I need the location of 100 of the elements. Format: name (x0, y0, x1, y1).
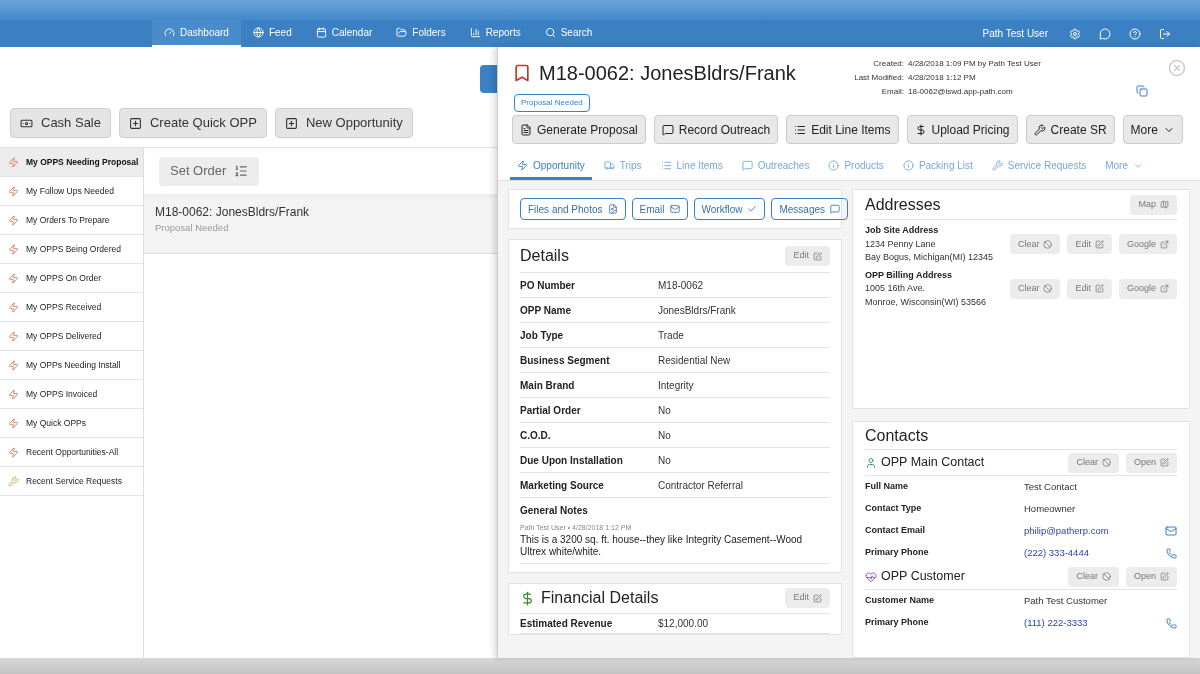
address-label: OPP Billing Address (865, 268, 954, 282)
field-value[interactable]: philip@patherp.com (1024, 523, 1165, 539)
action-button[interactable]: Record Outreach (653, 115, 779, 144)
sidebar-item[interactable]: My OPPS Delivered (0, 322, 143, 351)
action-button[interactable]: More (1122, 115, 1183, 144)
small-button[interactable]: Clear (1009, 234, 1061, 255)
bookmark-icon[interactable] (512, 63, 532, 83)
clear-icon (1043, 239, 1053, 249)
person-icon (865, 456, 877, 469)
lightning-icon (8, 214, 19, 226)
clear-icon (1101, 572, 1111, 581)
field-label: Contact Email (865, 524, 926, 538)
field-value: JonesBldrs/Frank (658, 303, 737, 318)
action-button[interactable]: Create SR (1025, 115, 1115, 144)
meta-value: 18-0062@lswd.app-path.com (908, 86, 1014, 98)
field-label: Customer Name (865, 594, 936, 608)
small-button[interactable]: Google (1118, 234, 1177, 255)
sidebar-item[interactable]: Recent Opportunities-All (0, 438, 143, 467)
section-title: Details (520, 246, 569, 266)
small-button[interactable]: Clear (1068, 566, 1119, 587)
email-icon[interactable] (1165, 525, 1177, 537)
nav-item[interactable]: Feed (240, 20, 304, 47)
nav-item[interactable]: Reports (457, 20, 533, 47)
field-value: No (658, 453, 672, 468)
small-button[interactable]: Google (1118, 278, 1177, 299)
calendar-icon (315, 27, 327, 38)
address-line: Bay Bogus, Michigan(MI) 12345 (865, 251, 995, 264)
field-value: Trade (658, 328, 685, 343)
small-button[interactable]: Map (1130, 194, 1177, 215)
small-button[interactable]: Edit (1067, 234, 1112, 255)
field-label: Marketing Source (520, 478, 605, 493)
nav-item[interactable]: Dashboard (152, 20, 241, 47)
quick-button[interactable]: Messages (771, 198, 849, 220)
info-icon (828, 160, 840, 171)
help-icon[interactable] (1129, 27, 1141, 40)
wrench-icon (1033, 123, 1046, 136)
action-button[interactable]: Edit Line Items (786, 115, 899, 144)
small-button[interactable]: Clear (1009, 278, 1061, 299)
quick-button[interactable]: Email (631, 198, 688, 220)
speech-bubble-icon (661, 123, 674, 136)
copy-icon[interactable] (1136, 85, 1148, 97)
nav-item[interactable]: Folders (384, 20, 458, 47)
small-button[interactable]: Clear (1068, 452, 1119, 473)
logout-icon[interactable] (1159, 27, 1171, 40)
field-label: OPP Name (520, 303, 572, 318)
list-row[interactable]: M18-0062: JonesBldrs/Frank Proposal Needed (144, 198, 497, 254)
set-order-button[interactable]: Set Order (159, 156, 260, 186)
edit-icon (1094, 239, 1104, 249)
chat-icon[interactable] (1099, 27, 1111, 40)
lightning-icon (8, 185, 19, 197)
user-name[interactable]: Path Test User (982, 26, 1048, 41)
small-button[interactable]: Edit (1067, 278, 1112, 299)
sidebar-item[interactable]: My Follow Ups Needed (0, 177, 143, 206)
sidebar-item[interactable]: My OPPS Received (0, 293, 143, 322)
lightning-icon (8, 156, 19, 168)
sidebar-item[interactable]: My OPPs Needing Install (0, 351, 143, 380)
lightning-icon (517, 160, 528, 171)
meta-value: 4/28/2018 1:12 PM (908, 72, 977, 84)
field-label: Primary Phone (865, 616, 930, 630)
sidebar-item[interactable]: My OPPS Being Ordered (0, 235, 143, 264)
check-icon (747, 204, 758, 214)
info-icon (902, 160, 914, 171)
field-label: PO Number (520, 278, 576, 293)
toolbar-button[interactable]: New Opportunity (274, 108, 413, 138)
small-button[interactable]: Open (1125, 452, 1177, 473)
field-value[interactable]: (111) 222-3333 (1024, 615, 1166, 631)
edit-icon (1160, 572, 1169, 581)
toolbar-button[interactable]: Cash Sale (10, 108, 111, 138)
phone-icon[interactable] (1166, 617, 1177, 629)
list-icon (794, 123, 807, 136)
sidebar-item[interactable]: My Orders To Prepare (0, 206, 143, 235)
small-button[interactable]: Edit (785, 246, 830, 266)
sidebar-item[interactable]: My OPPS On Order (0, 264, 143, 293)
small-button[interactable]: Edit (785, 588, 830, 608)
clear-icon (1101, 458, 1111, 467)
field-value: Test Contact (1024, 479, 1078, 494)
clear-icon (1043, 284, 1053, 294)
field-value[interactable]: (222) 333-4444 (1024, 545, 1166, 561)
nav-item[interactable]: Search (532, 20, 605, 47)
field-label: Job Type (520, 328, 565, 343)
field-value: Residential New (658, 353, 732, 368)
quick-button[interactable]: Workflow (693, 198, 766, 220)
sidebar-item[interactable]: My Quick OPPs (0, 409, 143, 438)
settings-icon[interactable] (1069, 27, 1081, 40)
action-button[interactable]: Generate Proposal (512, 115, 646, 144)
field-label: C.O.D. (520, 428, 552, 443)
toolbar-button[interactable]: Create Quick OPP (119, 108, 267, 138)
row-status: Proposal Needed (155, 221, 230, 235)
sidebar-item[interactable]: Recent Service Requests (0, 467, 143, 496)
group-title: OPP Customer (881, 568, 965, 586)
quick-button[interactable]: Files and Photos (520, 198, 626, 220)
nav-item[interactable]: Calendar (303, 20, 385, 47)
document-icon (520, 123, 532, 136)
action-button[interactable]: Upload Pricing (906, 115, 1018, 144)
lightning-icon (8, 272, 19, 284)
sidebar-item[interactable]: My OPPS Needing Proposal (0, 148, 143, 177)
sidebar-item[interactable]: My OPPS Invoiced (0, 380, 143, 409)
phone-icon[interactable] (1166, 547, 1177, 559)
small-button[interactable]: Open (1125, 566, 1177, 587)
field-label: Partial Order (520, 403, 582, 418)
